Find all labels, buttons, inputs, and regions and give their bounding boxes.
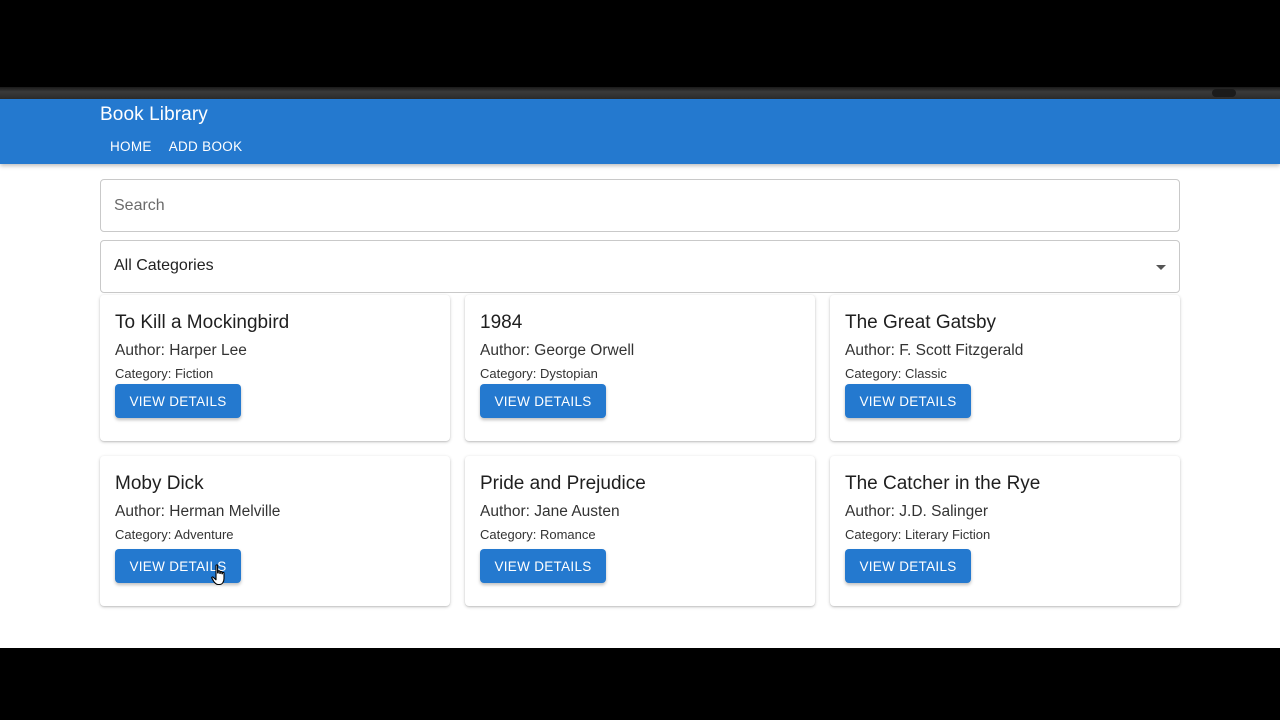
view-details-button[interactable]: VIEW DETAILS [480, 384, 606, 418]
book-category: Category: Dystopian [480, 366, 598, 381]
category-prefix: Category: [480, 527, 540, 542]
book-author: Author: F. Scott Fitzgerald [845, 342, 1023, 360]
author-prefix: Author: [480, 503, 535, 520]
book-title: The Great Gatsby [845, 312, 997, 333]
author-prefix: Author: [115, 503, 170, 520]
browser-control-icon [1212, 89, 1236, 97]
author-prefix: Author: [115, 342, 170, 359]
chevron-down-icon[interactable] [1156, 265, 1166, 270]
author-name: George Orwell [534, 342, 635, 359]
category-prefix: Category: [845, 527, 905, 542]
book-title: The Catcher in the Rye [845, 473, 1041, 494]
book-category: Category: Literary Fiction [845, 527, 990, 542]
book-category: Category: Classic [845, 366, 947, 381]
book-category: Category: Romance [480, 527, 596, 542]
view-details-button[interactable]: VIEW DETAILS [115, 384, 241, 418]
book-author: Author: Jane Austen [480, 503, 620, 521]
browser-chrome-edge [0, 87, 1280, 99]
book-category: Category: Fiction [115, 366, 213, 381]
view-details-button[interactable]: VIEW DETAILS [480, 549, 606, 583]
book-card: Pride and Prejudice Author: Jane Austen … [465, 456, 815, 606]
view-details-button[interactable]: VIEW DETAILS [845, 384, 971, 418]
category-name: Romance [539, 527, 596, 542]
author-prefix: Author: [845, 342, 900, 359]
book-card: Moby Dick Author: Herman Melville Catego… [100, 456, 450, 606]
hand-cursor-icon [211, 564, 225, 586]
book-grid: To Kill a Mockingbird Author: Harper Lee… [100, 295, 1180, 606]
book-title: 1984 [480, 312, 523, 333]
book-card: To Kill a Mockingbird Author: Harper Lee… [100, 295, 450, 441]
author-prefix: Author: [845, 503, 900, 520]
top-letterbox [0, 0, 1280, 87]
book-author: Author: Herman Melville [115, 503, 280, 521]
book-title: Pride and Prejudice [480, 473, 646, 494]
book-card: The Great Gatsby Author: F. Scott Fitzge… [830, 295, 1180, 441]
category-select[interactable]: All Categories [100, 240, 1180, 293]
book-card: The Catcher in the Rye Author: J.D. Sali… [830, 456, 1180, 606]
bottom-letterbox [0, 648, 1280, 720]
category-select-value: All Categories [114, 257, 214, 274]
category-prefix: Category: [115, 366, 175, 381]
category-prefix: Category: [115, 527, 175, 542]
book-card: 1984 Author: George Orwell Category: Dys… [465, 295, 815, 441]
category-prefix: Category: [480, 366, 540, 381]
book-category: Category: Adventure [115, 527, 234, 542]
book-author: Author: George Orwell [480, 342, 634, 360]
book-author: Author: Harper Lee [115, 342, 247, 360]
category-name: Adventure [174, 527, 234, 542]
category-name: Dystopian [539, 366, 598, 381]
book-author: Author: J.D. Salinger [845, 503, 988, 521]
category-name: Literary Fiction [904, 527, 991, 542]
category-name: Fiction [174, 366, 214, 381]
nav-bar: HOME ADD BOOK [100, 137, 250, 156]
author-prefix: Author: [480, 342, 535, 359]
page: Book Library HOME ADD BOOK All Categorie… [0, 99, 1280, 648]
category-prefix: Category: [845, 366, 905, 381]
author-name: Harper Lee [169, 342, 247, 359]
nav-home-link[interactable]: HOME [100, 137, 160, 156]
category-name: Classic [904, 366, 947, 381]
app-bar: Book Library HOME ADD BOOK [0, 99, 1280, 164]
author-name: J.D. Salinger [899, 503, 989, 520]
author-name: F. Scott Fitzgerald [899, 342, 1024, 359]
author-name: Jane Austen [534, 503, 620, 520]
view-details-button[interactable]: VIEW DETAILS [845, 549, 971, 583]
author-name: Herman Melville [169, 503, 281, 520]
book-title: Moby Dick [115, 473, 204, 494]
app-title: Book Library [100, 104, 208, 125]
book-title: To Kill a Mockingbird [115, 312, 290, 333]
search-field[interactable] [100, 179, 1180, 232]
search-input[interactable] [101, 180, 1179, 231]
nav-add-book-link[interactable]: ADD BOOK [160, 137, 251, 156]
